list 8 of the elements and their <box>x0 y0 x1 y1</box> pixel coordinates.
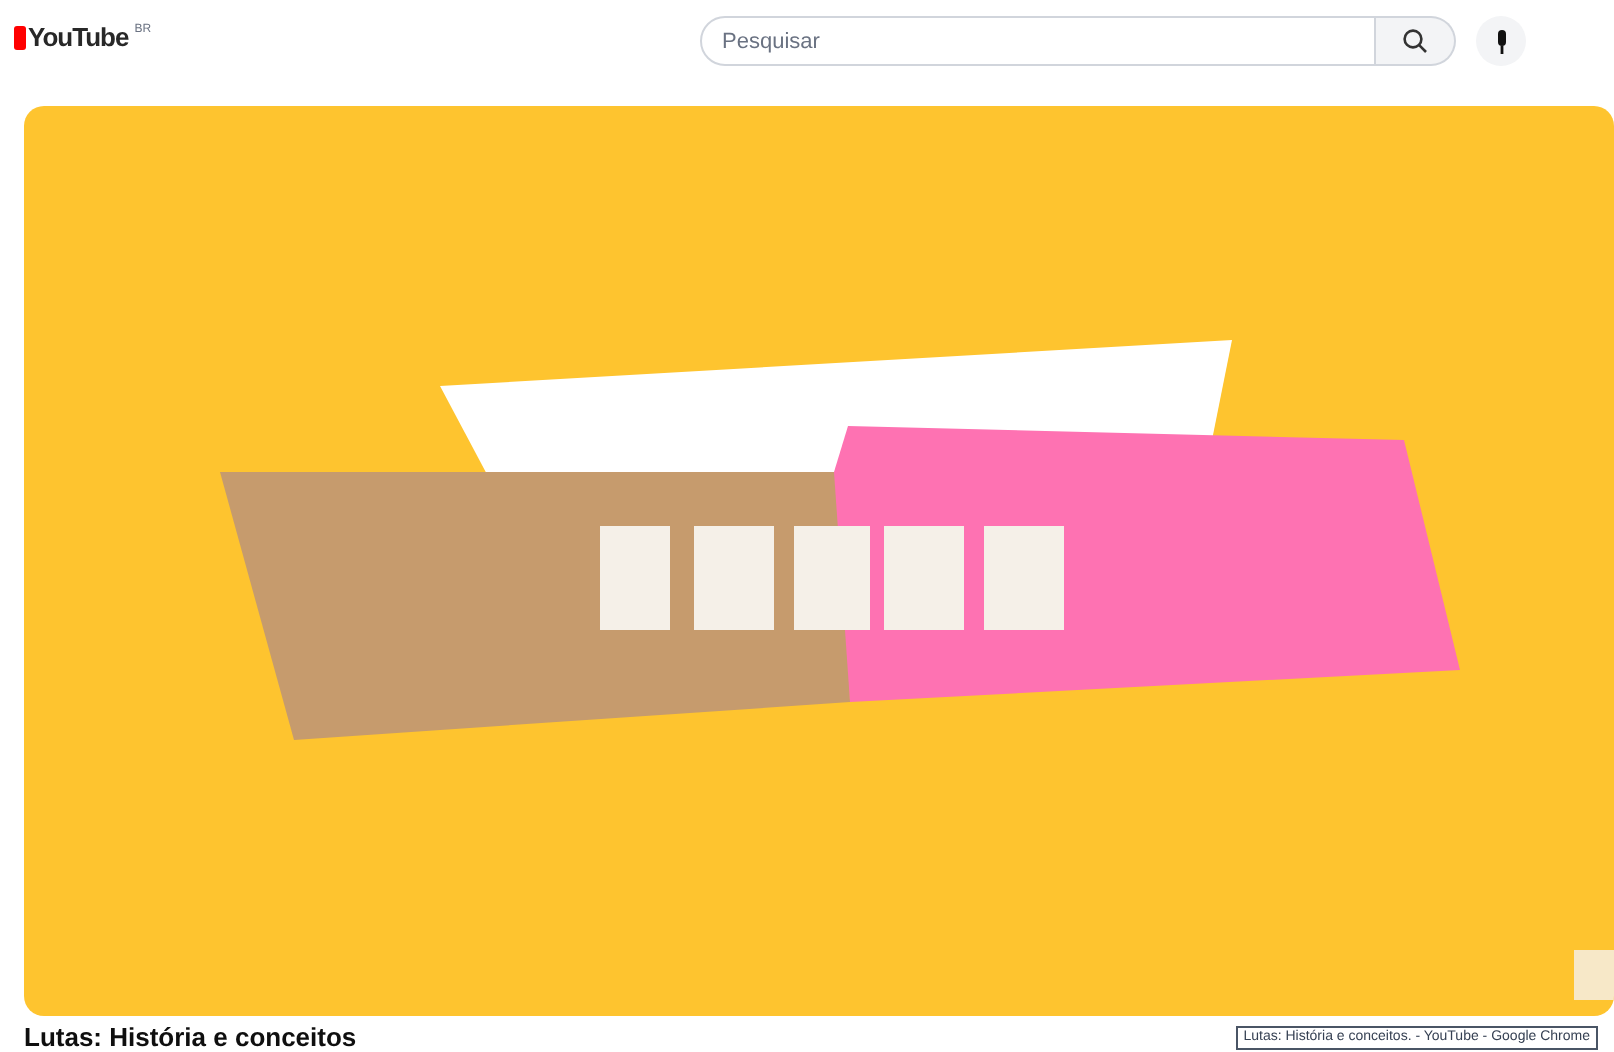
video-title: Lutas: História e conceitos <box>24 1022 357 1052</box>
search-button[interactable] <box>1376 16 1456 66</box>
microphone-button[interactable] <box>1476 16 1526 66</box>
search-field[interactable]: Pesquisar <box>700 16 1376 66</box>
microphone-icon <box>1493 29 1509 53</box>
logo-text[interactable]: YouTube <box>28 24 129 52</box>
search-icon <box>1402 28 1428 54</box>
logo-icon <box>14 26 26 50</box>
